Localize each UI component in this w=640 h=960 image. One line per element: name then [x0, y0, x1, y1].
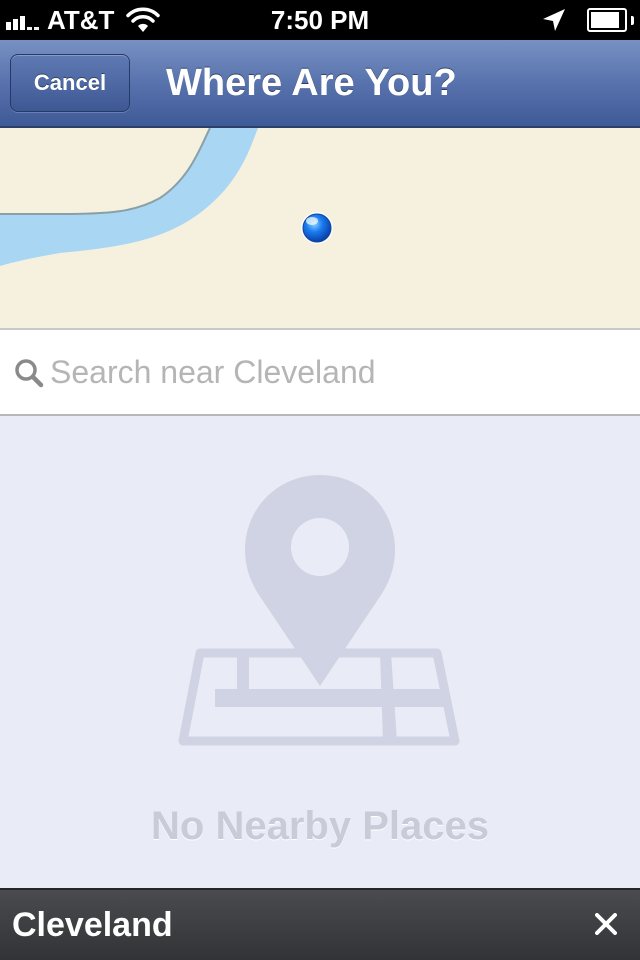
close-button[interactable]: [586, 904, 626, 944]
close-icon: [595, 913, 617, 935]
selected-location-bar: Cleveland: [0, 888, 640, 960]
current-location-dot-icon: [301, 212, 333, 244]
battery-fill: [591, 12, 620, 28]
empty-state-message: No Nearby Places: [151, 804, 489, 848]
screen: AT&T 7:50 PM Cancel Where Are You? Searc…: [0, 0, 640, 960]
status-right: [541, 4, 634, 36]
battery-icon: [587, 8, 627, 32]
search-input[interactable]: [50, 344, 610, 400]
cancel-button[interactable]: Cancel: [10, 54, 130, 112]
search-bar: [0, 330, 640, 416]
location-arrow-icon: [543, 9, 565, 31]
selected-location-label: Cleveland: [12, 906, 173, 944]
river: [0, 128, 258, 266]
status-bar: AT&T 7:50 PM: [0, 0, 640, 40]
search-icon: [15, 359, 44, 388]
page-title: Where Are You?: [166, 62, 457, 104]
map-canvas: [0, 128, 333, 266]
battery-tip: [631, 15, 634, 25]
nav-bar: Cancel Where Are You?: [0, 40, 640, 128]
map-view[interactable]: [0, 128, 640, 330]
places-list-empty: No Nearby Places: [0, 416, 640, 888]
map-pin-icon: [178, 475, 460, 746]
